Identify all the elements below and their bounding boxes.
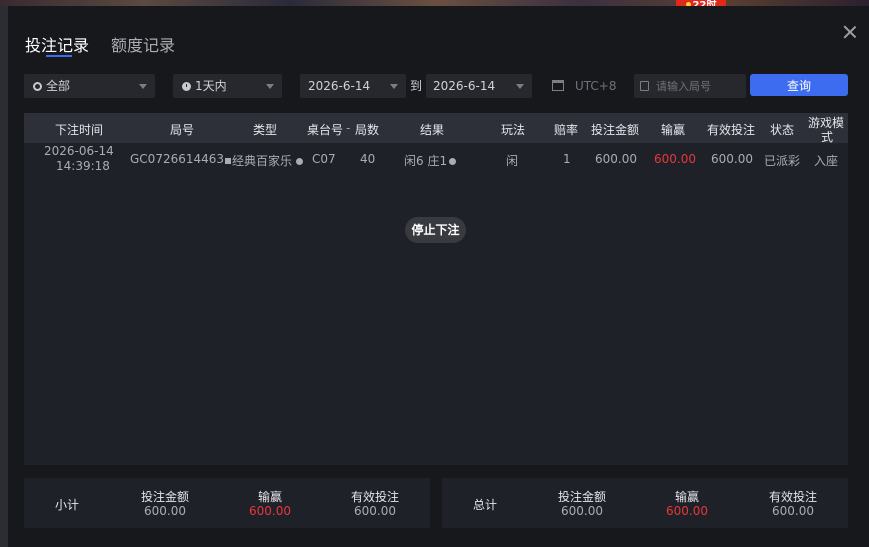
row-valid-bet: 600.00 (711, 152, 753, 166)
row-bet-amount: 600.00 (595, 152, 637, 166)
date-from-select[interactable]: 2026-6-14 (300, 74, 406, 98)
row-result-text: 闲6 庄1 (404, 154, 448, 168)
subtotal-win-label: 输赢 (257, 490, 282, 504)
chevron-down-icon (390, 84, 398, 89)
total-panel: 总计 投注金额 600.00 输赢 600.00 有效投注 600.00 (442, 478, 848, 528)
table-header: 下注时间 局号 类型 桌台号 - 局数 结果 玩法 赔率 投注金额 输赢 有效投… (24, 113, 848, 144)
date-from-value: 2026-6-14 (308, 79, 371, 93)
subtotal-panel: 小计 投注金额 600.00 输赢 600.00 有效投注 600.00 (24, 478, 430, 528)
info-icon[interactable] (449, 158, 457, 165)
category-select[interactable]: 全部 (24, 74, 155, 98)
date-range-to-label: 到 (410, 79, 423, 93)
total-bet-label: 投注金额 (557, 490, 606, 504)
row-table-no: C07 (312, 152, 336, 166)
header-round: 局号 (170, 123, 195, 137)
timezone-label: UTC+8 (575, 79, 617, 93)
header-game-mode-line2: 式 (821, 130, 834, 144)
date-to-select[interactable]: 2026-6-14 (426, 74, 532, 98)
subtotal-valid-value: 600.00 (354, 504, 396, 518)
header-result: 结果 (420, 123, 445, 137)
subtotal-label: 小计 (55, 498, 80, 512)
period-select[interactable]: 1天内 (173, 74, 282, 98)
row-odds: 1 (563, 152, 571, 166)
subtotal-valid-label: 有效投注 (350, 490, 399, 504)
subtotal-bet-label: 投注金额 (140, 490, 189, 504)
header-bet-amount: 投注金额 (591, 123, 640, 137)
calendar-icon[interactable] (552, 80, 564, 91)
row-time: 14:39:18 (56, 159, 110, 173)
row-type: 经典百家乐 (225, 152, 303, 169)
header-rounds: 局数 (355, 123, 380, 137)
query-button[interactable]: 查询 (750, 74, 848, 96)
table-no-sort-icon[interactable]: - (346, 121, 350, 135)
chevron-down-icon (139, 84, 147, 89)
header-valid-bet: 有效投注 (707, 123, 756, 137)
total-win-label: 输赢 (674, 490, 699, 504)
total-bet-value: 600.00 (561, 504, 603, 518)
total-valid-value: 600.00 (772, 504, 814, 518)
row-rounds: 40 (360, 152, 376, 166)
header-odds: 赔率 (554, 123, 579, 137)
chevron-down-icon (266, 84, 274, 89)
play-icon[interactable] (295, 158, 303, 165)
category-icon (33, 82, 42, 91)
row-game-mode: 入座 (814, 154, 839, 168)
row-win-loss: 600.00 (654, 152, 696, 166)
header-status: 状态 (770, 123, 795, 137)
clock-icon (182, 82, 191, 91)
chevron-down-icon (516, 84, 524, 89)
round-number-input[interactable] (634, 74, 746, 98)
header-type: 类型 (253, 123, 278, 137)
total-valid-label: 有效投注 (768, 490, 817, 504)
header-time: 下注时间 (55, 123, 104, 137)
header-win-loss: 输赢 (661, 123, 686, 137)
game-icon (225, 158, 231, 164)
header-play: 玩法 (501, 123, 526, 137)
close-icon[interactable] (843, 25, 857, 39)
tab-credit-records[interactable]: 额度记录 (111, 32, 175, 56)
tab-bet-records[interactable]: 投注记录 (25, 32, 89, 56)
row-result: 闲6 庄1 (404, 152, 457, 169)
period-value: 1天内 (195, 79, 227, 93)
total-label: 总计 (473, 498, 498, 512)
date-to-value: 2026-6-14 (433, 79, 496, 93)
active-tab-indicator (46, 55, 72, 57)
subtotal-win-value: 600.00 (249, 504, 291, 518)
row-type-label: 经典百家乐 (232, 154, 293, 168)
row-play: 闲 (506, 154, 519, 168)
stop-betting-toast: 停止下注 (405, 217, 466, 243)
total-win-value: 600.00 (666, 504, 708, 518)
row-status: 已派彩 (764, 154, 801, 168)
category-value: 全部 (46, 79, 71, 93)
header-table-no[interactable]: 桌台号 (307, 121, 343, 138)
row-date: 2026-06-14 (44, 144, 114, 158)
round-input-icon (640, 81, 649, 91)
subtotal-bet-value: 600.00 (144, 504, 186, 518)
row-round[interactable]: GC0726614463 (130, 152, 224, 166)
records-table: 下注时间 局号 类型 桌台号 - 局数 结果 玩法 赔率 投注金额 输赢 有效投… (24, 113, 848, 465)
